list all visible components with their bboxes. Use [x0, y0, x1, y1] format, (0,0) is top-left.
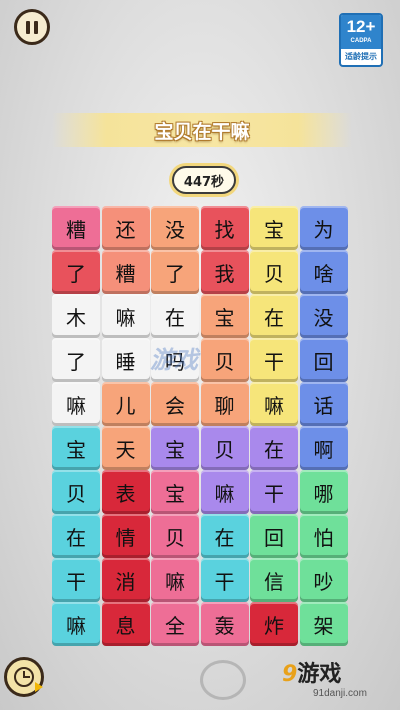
word-tile[interactable]: 嘛	[52, 602, 100, 646]
word-tile[interactable]: 在	[200, 514, 249, 558]
word-tile[interactable]: 了	[151, 250, 199, 294]
word-tile[interactable]: 贝	[200, 338, 249, 382]
word-tile[interactable]: 宝	[151, 426, 199, 470]
word-tile[interactable]: 嘛	[101, 294, 150, 338]
word-tile[interactable]: 吗	[151, 338, 199, 382]
word-tile[interactable]: 在	[250, 426, 298, 470]
site-logo-mark-icon	[200, 660, 246, 700]
clock-hint-icon	[14, 667, 34, 687]
word-tile[interactable]: 轰	[200, 602, 249, 646]
word-tile[interactable]: 架	[299, 602, 348, 646]
word-tile[interactable]: 天	[101, 426, 150, 470]
word-tile[interactable]: 全	[151, 602, 199, 646]
word-tile[interactable]: 贝	[52, 470, 100, 514]
word-tile[interactable]: 情	[101, 514, 150, 558]
word-tile[interactable]: 啥	[299, 250, 348, 294]
word-tile[interactable]: 了	[52, 338, 100, 382]
word-tile[interactable]: 话	[299, 382, 348, 426]
word-tile[interactable]: 在	[52, 514, 100, 558]
pause-icon	[26, 20, 38, 34]
word-tile[interactable]: 儿	[101, 382, 150, 426]
word-tile[interactable]: 木	[52, 294, 100, 338]
word-tile[interactable]: 宝	[151, 470, 199, 514]
word-tile[interactable]: 宝	[200, 294, 249, 338]
age-rating-badge: 12+ CADPA 适龄提示	[339, 13, 383, 67]
age-rating-label: 适龄提示	[345, 52, 377, 61]
word-tile[interactable]: 宝	[250, 206, 298, 250]
level-title-banner: 宝贝在干嘛	[52, 113, 352, 147]
site-logo: 9游戏	[282, 656, 341, 688]
word-tile[interactable]: 回	[299, 338, 348, 382]
word-tile[interactable]: 嘛	[250, 382, 298, 426]
word-tile[interactable]: 哪	[299, 470, 348, 514]
word-tile[interactable]: 息	[101, 602, 150, 646]
word-tile[interactable]: 消	[101, 558, 150, 602]
word-tile[interactable]: 贝	[250, 250, 298, 294]
site-logo-text: 游戏	[297, 662, 342, 687]
pause-button[interactable]	[14, 9, 50, 45]
word-tile[interactable]: 炸	[250, 602, 298, 646]
word-tile[interactable]: 嘛	[52, 382, 100, 426]
site-url: 91danji.com	[313, 688, 367, 699]
level-title: 宝贝在干嘛	[154, 120, 250, 143]
word-tile[interactable]: 贝	[200, 426, 249, 470]
word-tile[interactable]: 吵	[299, 558, 348, 602]
word-tile[interactable]: 嘛	[200, 470, 249, 514]
word-tile[interactable]: 聊	[200, 382, 249, 426]
word-tile[interactable]: 在	[151, 294, 199, 338]
word-tile[interactable]: 嘛	[151, 558, 199, 602]
word-tile[interactable]: 信	[250, 558, 298, 602]
age-rating-number: 12+	[346, 17, 376, 36]
word-tile[interactable]: 贝	[151, 514, 199, 558]
site-logo-number: 9	[282, 662, 298, 687]
word-tile[interactable]: 干	[52, 558, 100, 602]
word-tile[interactable]: 宝	[52, 426, 100, 470]
word-tile[interactable]: 回	[250, 514, 298, 558]
word-tile[interactable]: 没	[299, 294, 348, 338]
word-tile[interactable]: 还	[101, 206, 150, 250]
age-rating-org: CADPA	[350, 38, 372, 44]
word-tile[interactable]: 糟	[101, 250, 150, 294]
hint-button[interactable]	[4, 657, 44, 697]
word-tile[interactable]: 怕	[299, 514, 348, 558]
word-tile[interactable]: 干	[250, 470, 298, 514]
word-tile[interactable]: 表	[101, 470, 150, 514]
countdown-timer: 447秒	[172, 166, 236, 194]
word-tile[interactable]: 在	[250, 294, 298, 338]
word-tile[interactable]: 我	[200, 250, 249, 294]
word-tile[interactable]: 找	[200, 206, 249, 250]
word-tile[interactable]: 糟	[52, 206, 100, 250]
word-tile[interactable]: 啊	[299, 426, 348, 470]
word-tile[interactable]: 为	[299, 206, 348, 250]
word-tile[interactable]: 会	[151, 382, 199, 426]
word-tile[interactable]: 没	[151, 206, 199, 250]
word-tile[interactable]: 干	[250, 338, 298, 382]
word-tile-board: 糟还没找宝为了糟了我贝啥木嘛在宝在没了睡吗贝干回嘛儿会聊嘛话宝天宝贝在啊贝表宝嘛…	[52, 206, 348, 646]
word-tile[interactable]: 睡	[101, 338, 150, 382]
play-arrow-icon	[35, 682, 43, 692]
word-tile[interactable]: 了	[52, 250, 100, 294]
word-tile[interactable]: 干	[200, 558, 249, 602]
